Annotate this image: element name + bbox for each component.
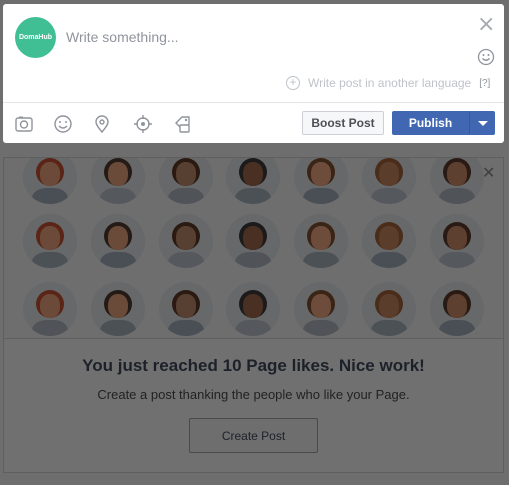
face-avatar <box>226 282 280 336</box>
emoji-icon[interactable] <box>477 48 495 66</box>
face-head <box>40 226 60 250</box>
face-body <box>100 252 136 268</box>
milestone-card: ✕ You just reached 10 Page likes. Nice w… <box>3 157 504 473</box>
face-avatar <box>23 214 77 268</box>
face-avatar <box>430 282 484 336</box>
face-body <box>371 252 407 268</box>
card-close-icon[interactable]: ✕ <box>482 163 495 182</box>
create-post-button[interactable]: Create Post <box>189 418 318 453</box>
face-avatar <box>294 158 348 204</box>
face-body <box>100 320 136 336</box>
target-icon[interactable] <box>133 114 153 134</box>
face-avatar <box>226 214 280 268</box>
face-head <box>108 226 128 250</box>
face-body <box>303 252 339 268</box>
publish-options-button[interactable] <box>469 111 495 135</box>
face-body <box>371 320 407 336</box>
face-head <box>108 162 128 186</box>
faces-illustration <box>4 158 503 336</box>
face-head <box>40 162 60 186</box>
face-body <box>32 320 68 336</box>
face-head <box>379 226 399 250</box>
face-body <box>32 188 68 204</box>
face-head <box>243 226 263 250</box>
face-body <box>439 320 475 336</box>
face-body <box>439 188 475 204</box>
face-head <box>311 226 331 250</box>
location-icon[interactable] <box>92 114 112 134</box>
face-head <box>243 294 263 318</box>
face-avatar <box>159 282 213 336</box>
photo-icon[interactable] <box>14 114 34 134</box>
face-avatar <box>91 282 145 336</box>
face-avatar <box>91 214 145 268</box>
face-head <box>447 294 467 318</box>
face-head <box>40 294 60 318</box>
face-avatar <box>226 158 280 204</box>
face-body <box>235 252 271 268</box>
tag-icon[interactable] <box>173 114 193 134</box>
face-avatar <box>362 158 416 204</box>
face-avatar <box>362 282 416 336</box>
face-head <box>243 162 263 186</box>
face-head <box>379 162 399 186</box>
milestone-subtext: Create a post thanking the people who li… <box>97 387 410 402</box>
boost-post-button[interactable]: Boost Post <box>302 111 384 135</box>
face-body <box>168 320 204 336</box>
compose-input[interactable] <box>66 29 446 45</box>
face-body <box>235 188 271 204</box>
face-avatar <box>91 158 145 204</box>
face-avatar <box>294 282 348 336</box>
avatar-label: DomaHub <box>18 34 53 41</box>
language-option[interactable]: + Write post in another language [?] <box>286 76 490 90</box>
face-head <box>311 294 331 318</box>
language-link[interactable]: Write post in another language <box>308 76 471 90</box>
emoji-icon[interactable] <box>53 114 73 134</box>
publish-button[interactable]: Publish <box>392 111 469 135</box>
face-avatar <box>159 158 213 204</box>
face-body <box>168 252 204 268</box>
milestone-headline: You just reached 10 Page likes. Nice wor… <box>82 356 425 375</box>
close-icon[interactable]: × <box>477 14 495 36</box>
face-body <box>371 188 407 204</box>
face-avatar <box>23 158 77 204</box>
face-body <box>100 188 136 204</box>
face-body <box>235 320 271 336</box>
divider <box>3 102 504 103</box>
face-body <box>439 252 475 268</box>
face-body <box>32 252 68 268</box>
face-head <box>447 162 467 186</box>
face-avatar <box>430 214 484 268</box>
help-link[interactable]: [?] <box>479 78 490 89</box>
face-head <box>176 226 196 250</box>
plus-icon: + <box>286 76 300 90</box>
page-avatar[interactable]: DomaHub <box>15 17 56 58</box>
face-head <box>176 162 196 186</box>
face-head <box>311 162 331 186</box>
face-avatar <box>159 214 213 268</box>
face-body <box>303 188 339 204</box>
post-composer: DomaHub × + Write post in another langua… <box>3 4 504 143</box>
face-body <box>168 188 204 204</box>
face-avatar <box>23 282 77 336</box>
face-head <box>176 294 196 318</box>
milestone-message: You just reached 10 Page likes. Nice wor… <box>4 338 503 472</box>
face-head <box>379 294 399 318</box>
face-avatar <box>362 214 416 268</box>
face-body <box>303 320 339 336</box>
face-head <box>447 226 467 250</box>
face-head <box>108 294 128 318</box>
face-avatar <box>430 158 484 204</box>
face-avatar <box>294 214 348 268</box>
